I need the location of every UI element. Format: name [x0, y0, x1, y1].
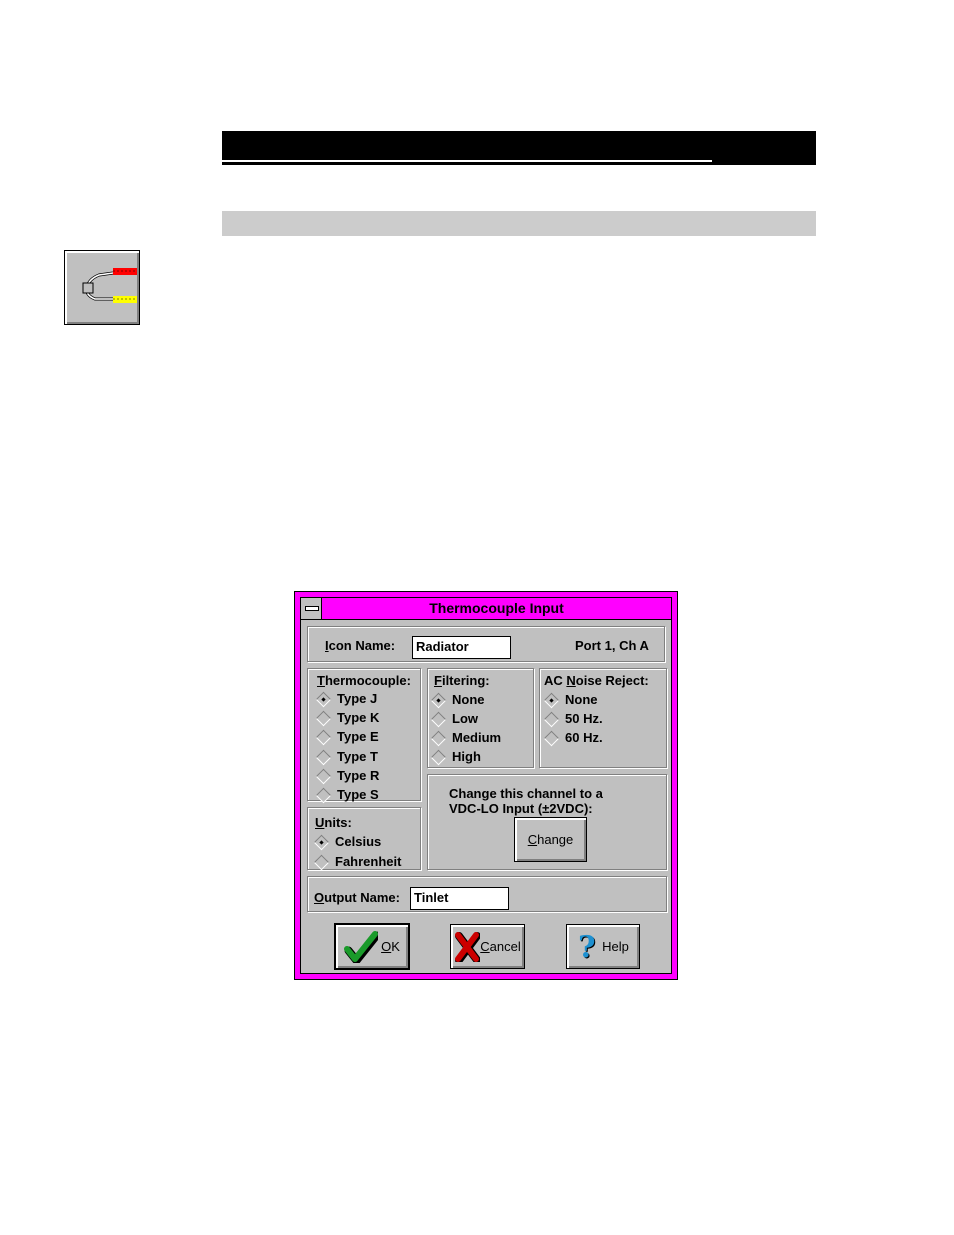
thermocouple-type-radio-label: Type R	[337, 767, 380, 783]
thermocouple-type-radio-label: Type E	[337, 729, 379, 745]
output-name-input[interactable]: Tinlet	[410, 887, 509, 910]
thermocouple-type-radio-label: Type K	[337, 710, 380, 726]
thermocouple-input-dialog: Thermocouple Input Icon Name: Radiator P…	[294, 591, 678, 980]
filtering-radio-label: None	[452, 692, 485, 707]
radio-diamond-icon	[543, 730, 560, 747]
title-bar[interactable]: Thermocouple Input	[301, 598, 671, 620]
units-label: Units:	[315, 815, 352, 830]
icon-name-label: Icon Name:	[325, 638, 396, 653]
dialog-body: Thermocouple Input Icon Name: Radiator P…	[300, 597, 672, 974]
units-radio[interactable]: Fahrenheit	[313, 853, 401, 871]
change-channel-text-line1: Change this channel to a	[449, 786, 603, 801]
thermocouple-type-radio-label: Type T	[337, 748, 378, 764]
icon-name-input[interactable]: Radiator	[412, 636, 511, 659]
radio-diamond-icon	[313, 854, 330, 870]
filtering-radio-label: Low	[452, 711, 478, 726]
thermocouple-type-radio[interactable]: Type T	[315, 748, 378, 766]
thermocouple-tool-icon	[64, 250, 140, 325]
filtering-radio[interactable]: Low	[430, 710, 478, 728]
change-button[interactable]: Change	[514, 817, 587, 862]
question-mark-icon: ? ?	[578, 931, 597, 963]
radio-diamond-icon	[430, 711, 447, 728]
thermocouple-type-radio[interactable]: Type J	[315, 690, 377, 708]
thermocouple-type-radio[interactable]: Type K	[315, 709, 379, 727]
radio-diamond-icon	[313, 834, 330, 851]
cancel-x-icon	[455, 931, 481, 962]
filtering-radio[interactable]: Medium	[430, 729, 501, 747]
units-radio[interactable]: Celsius	[313, 833, 381, 851]
radio-diamond-icon	[315, 787, 332, 804]
thermocouple-type-radio-label: Type J	[337, 691, 378, 706]
radio-diamond-icon	[543, 711, 560, 728]
ac-noise-reject-label: AC Noise Reject:	[544, 673, 649, 688]
ok-button[interactable]: OK	[334, 923, 410, 970]
units-radio-label: Fahrenheit	[335, 853, 402, 869]
change-channel-text-line2: VDC-LO Input (±2VDC):	[449, 801, 593, 816]
radio-diamond-icon	[315, 710, 332, 727]
cancel-button[interactable]: Cancel	[450, 924, 525, 969]
thermocouple-type-radio[interactable]: Type R	[315, 767, 379, 785]
dialog-title: Thermocouple Input	[429, 600, 564, 616]
ac-noise-radio-label: None	[565, 692, 598, 707]
thermocouple-type-radio[interactable]: Type E	[315, 728, 379, 746]
header-rule	[222, 160, 712, 162]
units-radio-label: Celsius	[335, 834, 382, 849]
filtering-radio-label: Medium	[452, 730, 502, 745]
ac-noise-radio[interactable]: 50 Hz.	[543, 710, 603, 728]
output-name-label: Output Name:	[314, 890, 400, 905]
checkmark-icon	[344, 930, 379, 963]
filtering-radio-label: High	[452, 749, 481, 764]
port-info: Port 1, Ch A	[575, 638, 649, 653]
filtering-label: Filtering:	[434, 673, 490, 688]
section-bar	[222, 211, 816, 236]
ac-noise-radio[interactable]: None	[543, 691, 598, 709]
radio-diamond-icon	[315, 691, 332, 708]
radio-diamond-icon	[543, 692, 560, 709]
radio-diamond-icon	[430, 749, 447, 766]
ac-noise-radio-label: 50 Hz.	[565, 711, 603, 726]
thermocouple-label: Thermocouple:	[317, 673, 411, 688]
radio-diamond-icon	[430, 730, 447, 747]
radio-diamond-icon	[430, 692, 447, 709]
ac-noise-radio-label: 60 Hz.	[565, 730, 603, 745]
filtering-radio[interactable]: High	[430, 748, 481, 766]
thermocouple-type-radio-label: Type S	[337, 787, 379, 802]
thermocouple-type-radio[interactable]: Type S	[315, 786, 379, 804]
svg-text:?: ?	[578, 931, 596, 963]
system-menu-icon[interactable]	[301, 598, 322, 619]
help-button[interactable]: ? ? Help	[566, 924, 640, 969]
filtering-radio[interactable]: None	[430, 691, 485, 709]
radio-diamond-icon	[315, 768, 332, 785]
radio-diamond-icon	[315, 730, 332, 746]
radio-diamond-icon	[315, 749, 332, 765]
ac-noise-radio[interactable]: 60 Hz.	[543, 729, 603, 747]
